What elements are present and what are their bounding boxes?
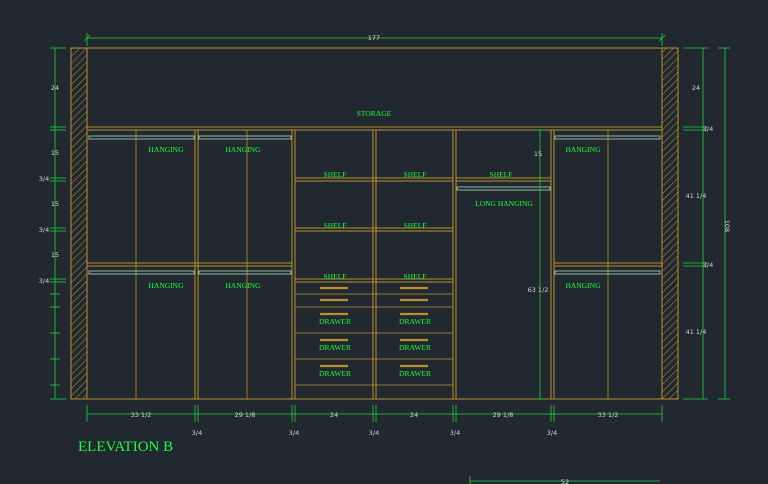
right-wall-hatch — [661, 47, 679, 400]
label-drawer-6: DRAWER — [399, 369, 431, 378]
dim-bottom-gap-0: 3/4 — [192, 429, 202, 437]
dim-bottom-4: 29 1/8 — [493, 411, 514, 419]
label-drawer-5: DRAWER — [319, 369, 351, 378]
dim-overall-height: 108 — [723, 220, 731, 232]
dim-bottom-gap-4: 3/4 — [547, 429, 557, 437]
dim-long-hanging: 63 1/2 — [528, 286, 549, 294]
right-dimension-chain — [683, 47, 708, 400]
dim-left-gap-2: 3/4 — [39, 226, 49, 234]
label-hanging-2: HANGING — [226, 145, 262, 154]
dim-bottom-right-partial: 52 — [561, 478, 569, 484]
left-wall-hatch — [70, 47, 88, 400]
label-hanging-1: HANGING — [149, 145, 185, 154]
label-shelf-4: SHELF — [324, 221, 347, 230]
dim-left-gap-1: 3/4 — [39, 175, 49, 183]
hanging-rods — [88, 135, 661, 275]
label-shelf-5: SHELF — [404, 221, 427, 230]
label-shelf-6: SHELF — [324, 272, 347, 281]
dim-bottom-1: 29 1/8 — [235, 411, 256, 419]
label-shelf-3: SHELF — [490, 170, 513, 179]
elevation-drawing: 177 24 15 3/4 15 3/4 15 3/4 24 3/4 41 1/… — [39, 33, 731, 484]
dim-bottom-0: 33 1/2 — [131, 411, 152, 419]
dim-bottom-2: 24 — [330, 411, 338, 419]
label-hanging-5: HANGING — [566, 145, 602, 154]
dim-left-hang-1: 15 — [51, 149, 59, 157]
bottom-dimension-chain — [86, 405, 663, 422]
label-long-hanging: LONG HANGING — [475, 199, 533, 208]
dim-left-storage: 24 — [51, 84, 59, 92]
label-drawer-1: DRAWER — [319, 317, 351, 326]
label-shelf-2: SHELF — [404, 170, 427, 179]
label-drawer-4: DRAWER — [399, 343, 431, 352]
dim-bottom-3: 24 — [410, 411, 418, 419]
drawing-title: ELEVATION B — [78, 439, 173, 455]
label-hanging-6: HANGING — [566, 281, 602, 290]
label-drawer-3: DRAWER — [319, 343, 351, 352]
label-shelf-1: SHELF — [324, 170, 347, 179]
dim-left-hang-3: 15 — [51, 251, 59, 259]
dim-bottom-5: 33 1/2 — [598, 411, 619, 419]
dim-right-lower: 41 1/4 — [686, 328, 707, 336]
dim-left-hang-2: 15 — [51, 200, 59, 208]
label-drawer-2: DRAWER — [399, 317, 431, 326]
dim-long-hanging-top: 15 — [534, 150, 542, 158]
dim-bottom-gap-3: 3/4 — [450, 429, 460, 437]
label-hanging-3: HANGING — [149, 281, 185, 290]
label-shelf-7: SHELF — [404, 272, 427, 281]
dim-bottom-gap-1: 3/4 — [289, 429, 299, 437]
dim-left-gap-3: 3/4 — [39, 277, 49, 285]
dim-overall-width: 177 — [368, 34, 380, 42]
dim-right-gap-1: 3/4 — [703, 125, 713, 133]
dim-right-gap-2: 3/4 — [703, 261, 713, 269]
dim-bottom-gap-2: 3/4 — [369, 429, 379, 437]
middle-shelves — [295, 177, 551, 283]
label-storage: STORAGE — [357, 109, 392, 118]
dim-right-upper: 41 1/4 — [686, 192, 707, 200]
hanging-shelves — [87, 262, 662, 267]
long-hanging-dimension — [535, 129, 545, 400]
cabinet-frame — [86, 47, 663, 400]
dim-right-storage: 24 — [692, 84, 700, 92]
label-hanging-4: HANGING — [226, 281, 262, 290]
left-dimension-chain — [50, 47, 66, 400]
